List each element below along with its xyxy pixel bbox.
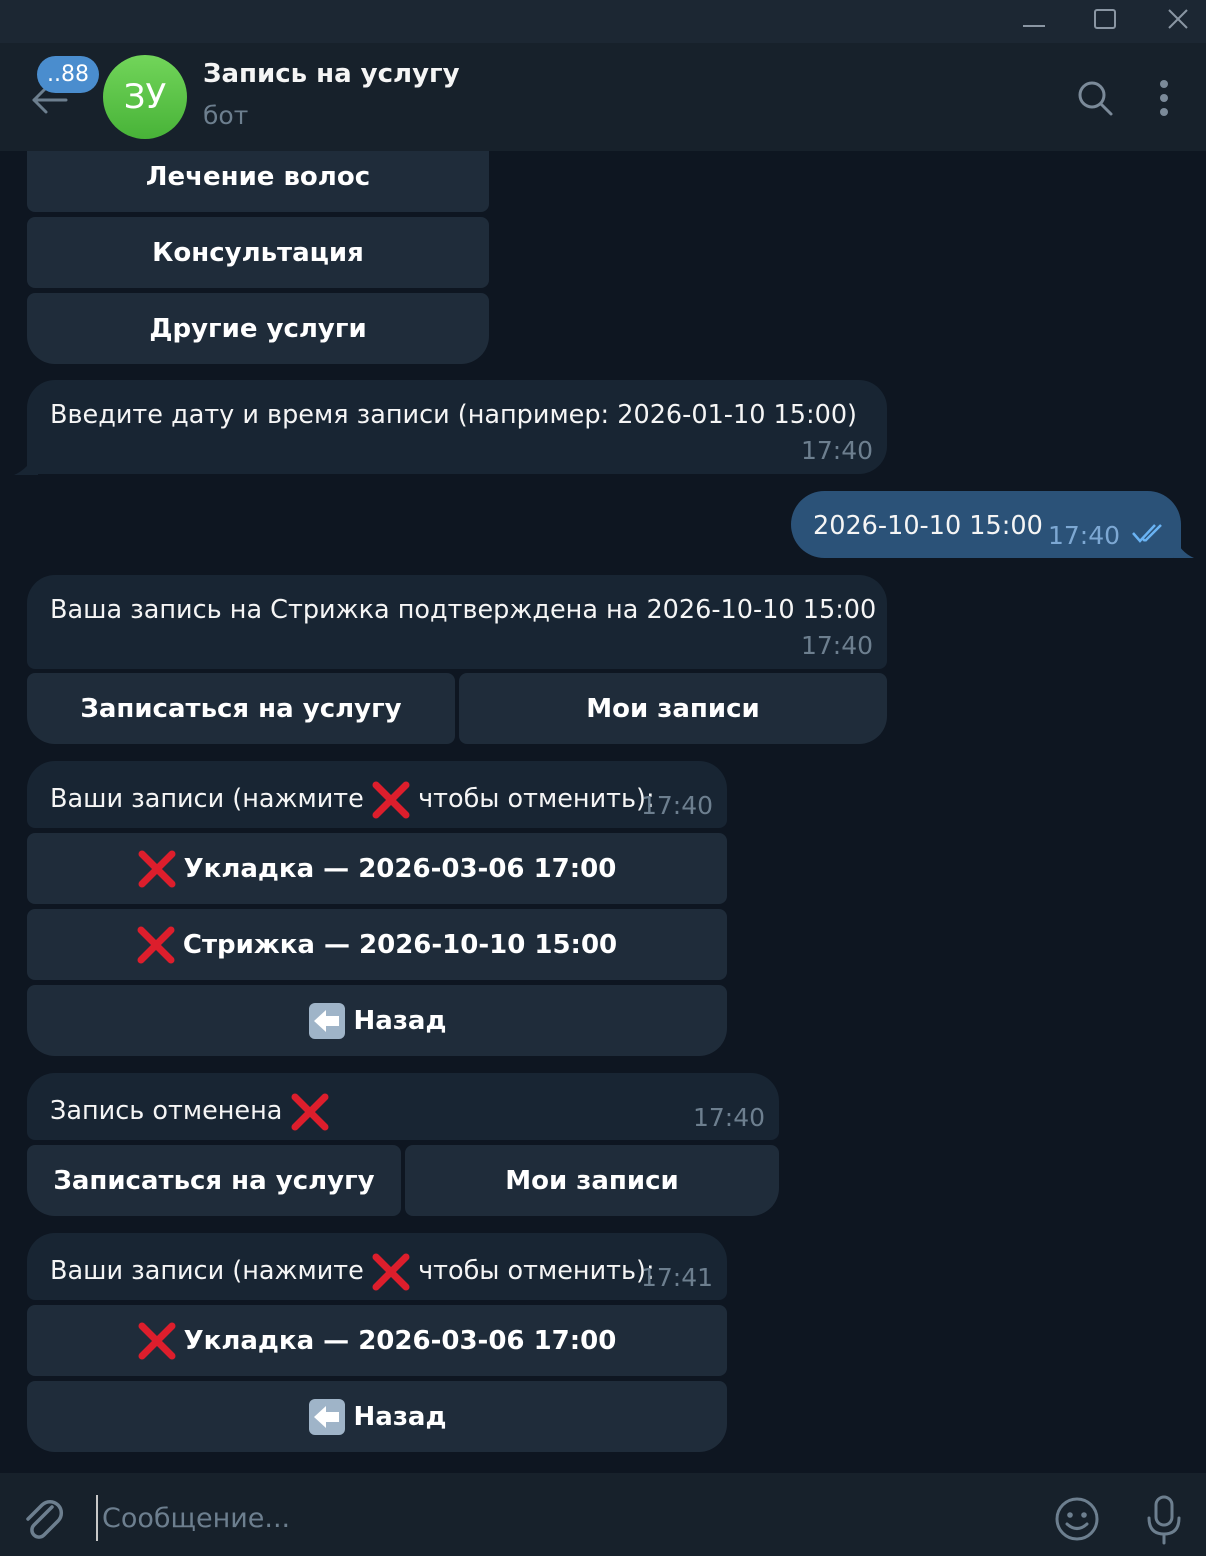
my-bookings-button[interactable]: Мои записи <box>459 673 887 744</box>
close-icon[interactable] <box>1157 4 1197 36</box>
cross-mark-icon <box>137 926 175 963</box>
cancel-booking-button[interactable]: Стрижка — 2026-10-10 15:00 <box>27 909 727 980</box>
more-vertical-icon[interactable] <box>1152 78 1176 122</box>
emoji-icon[interactable] <box>1054 1496 1100 1546</box>
cross-mark-icon <box>138 850 176 887</box>
unread-badge: ..88 <box>37 56 99 93</box>
service-button-hair-treatment[interactable]: Лечение волос <box>27 151 489 212</box>
service-button-other[interactable]: Другие услуги <box>27 293 489 364</box>
search-icon[interactable] <box>1075 78 1115 122</box>
incoming-message: Ваши записи (нажмите чтобы отменить): 17… <box>27 1233 727 1300</box>
incoming-message: Запись отменена 17:40 <box>27 1073 779 1140</box>
bubble-tail <box>14 451 38 475</box>
back-button[interactable]: Назад <box>27 1381 727 1452</box>
cancel-booking-button[interactable]: Укладка — 2026-03-06 17:00 <box>27 833 727 904</box>
chat-subtitle: бот <box>203 101 249 130</box>
back-button[interactable]: Назад <box>27 985 727 1056</box>
outgoing-message: 2026-10-10 15:00 17:40 <box>791 491 1181 558</box>
left-arrow-icon <box>308 1002 345 1039</box>
double-check-icon <box>1131 521 1169 549</box>
microphone-icon[interactable] <box>1144 1494 1184 1550</box>
chat-title[interactable]: Запись на услугу <box>203 59 460 89</box>
message-input[interactable] <box>96 1495 1002 1541</box>
cross-mark-icon <box>138 1322 176 1359</box>
service-button-consultation[interactable]: Консультация <box>27 217 489 288</box>
avatar[interactable]: ЗУ <box>103 55 187 139</box>
cross-mark-icon <box>372 1253 410 1291</box>
incoming-message: Введите дату и время записи (например: 2… <box>27 380 887 474</box>
cross-mark-icon <box>291 1093 329 1131</box>
incoming-message: Ваши записи (нажмите чтобы отменить): 17… <box>27 761 727 828</box>
left-arrow-icon <box>308 1398 345 1435</box>
my-bookings-button[interactable]: Мои записи <box>405 1145 779 1216</box>
incoming-message: Ваша запись на Стрижка подтверждена на 2… <box>27 575 887 669</box>
chat-history[interactable]: Лечение волос Консультация Другие услуги… <box>0 151 1206 1471</box>
book-service-button[interactable]: Записаться на услугу <box>27 1145 401 1216</box>
cross-mark-icon <box>372 781 410 819</box>
maximize-icon[interactable] <box>1085 4 1125 36</box>
cancel-booking-button[interactable]: Укладка — 2026-03-06 17:00 <box>27 1305 727 1376</box>
paperclip-icon[interactable] <box>22 1495 66 1547</box>
minimize-icon[interactable] <box>1013 4 1053 36</box>
window-titlebar <box>0 0 1206 43</box>
book-service-button[interactable]: Записаться на услугу <box>27 673 455 744</box>
bubble-tail <box>1174 536 1194 558</box>
